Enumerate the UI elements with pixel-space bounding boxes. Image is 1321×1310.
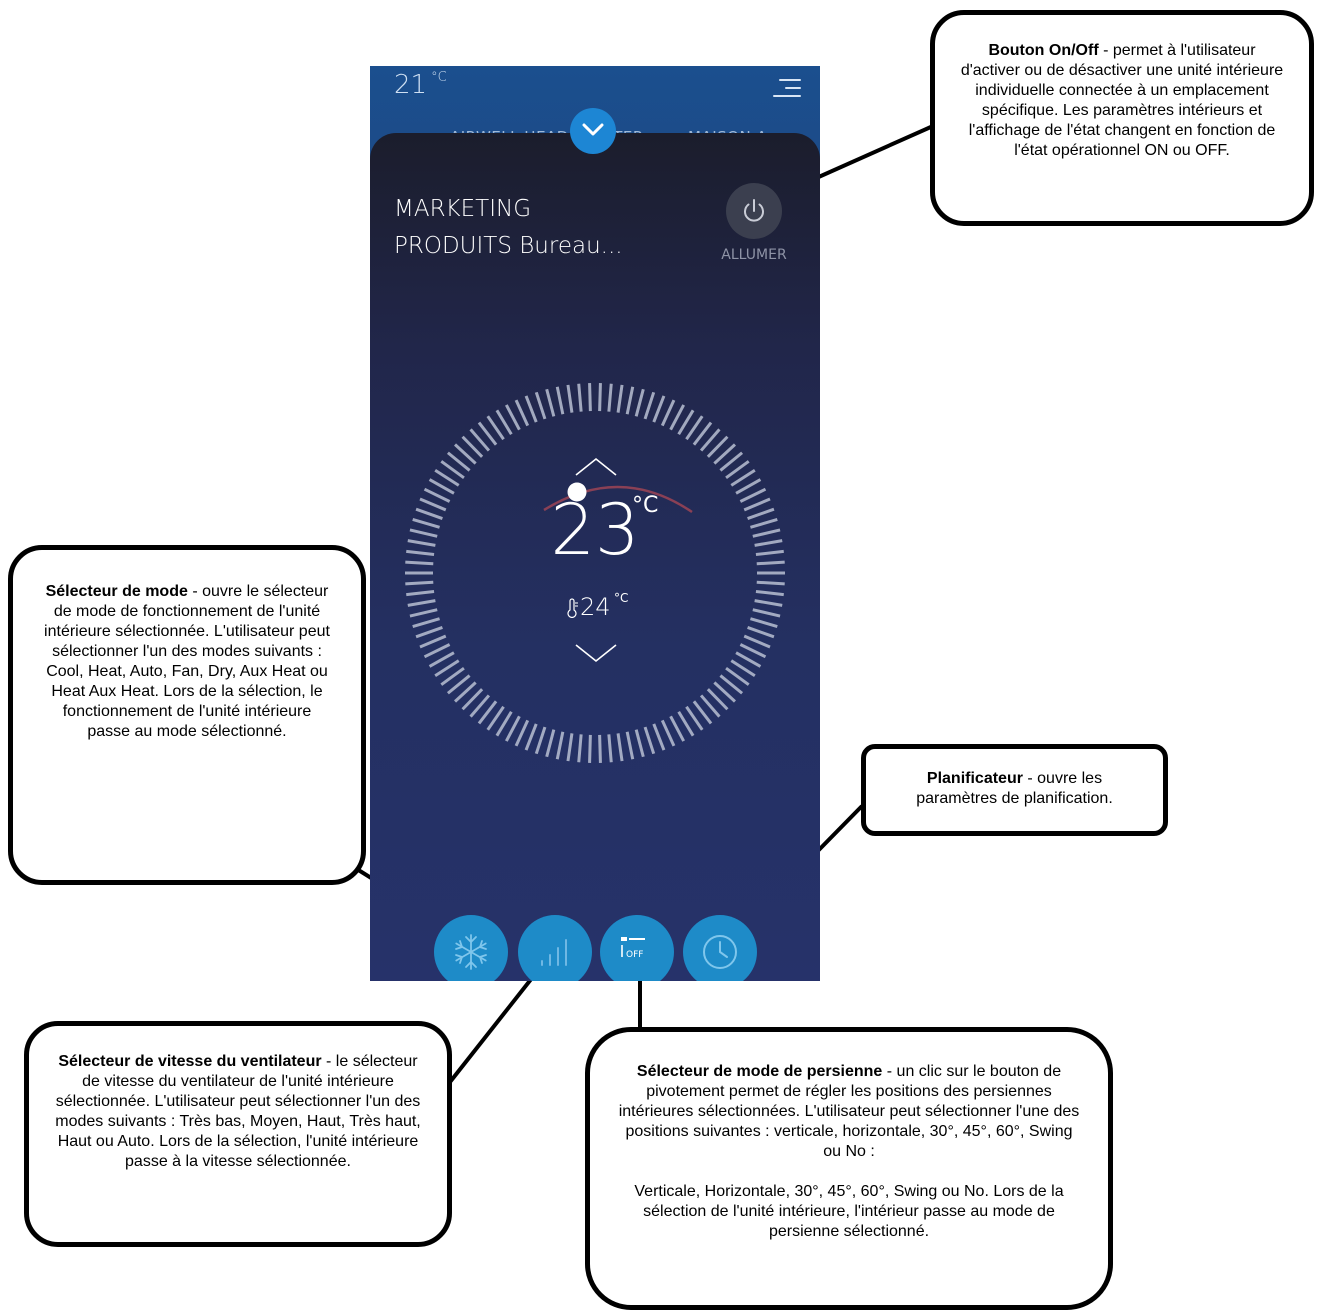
setpoint-unit: °C xyxy=(632,493,659,518)
dial-tick xyxy=(524,395,538,423)
dial-tick xyxy=(566,733,574,762)
callout-power-button: Bouton On/Off - permet à l'utilisateur d… xyxy=(930,10,1314,226)
room-temp-unit: °C xyxy=(614,591,629,605)
unit-name-line-2: PRODUITS Bureau... xyxy=(394,233,623,259)
room-temp-value: 24 xyxy=(580,593,611,621)
power-icon xyxy=(744,199,764,222)
outdoor-temperature: 21 °C xyxy=(394,70,447,100)
dial-tick xyxy=(407,599,436,607)
dial-tick xyxy=(514,719,530,747)
setpoint-temperature: 23 xyxy=(550,489,640,571)
app-screen: 21°C AIRWELL HEADQUARTER MAISON A MARKET… xyxy=(370,66,820,981)
louver-mode-button[interactable]: OFF xyxy=(600,915,674,981)
dial-tick xyxy=(669,404,685,431)
callout-title: Sélecteur de mode xyxy=(45,583,188,600)
unit-name-line-1: MARKETING xyxy=(394,196,532,222)
callout-text: - permet à l'utilisateur d'activer ou de… xyxy=(960,42,1284,159)
dial-tick xyxy=(669,715,685,742)
dial-tick xyxy=(739,643,767,659)
dial-tick xyxy=(555,386,565,415)
dial-tick xyxy=(419,634,447,649)
dial-tick xyxy=(545,388,556,417)
decrease-temp-button[interactable] xyxy=(574,641,618,665)
louver-icon: OFF xyxy=(621,937,645,960)
dial-tick xyxy=(406,589,435,597)
callout-mode-selector: Sélecteur de mode - ouvre le sélecteur d… xyxy=(8,545,366,885)
room-temperature: 24 xyxy=(566,593,611,621)
collapse-button[interactable] xyxy=(570,108,616,154)
dial-tick xyxy=(607,734,613,763)
thermometer-icon xyxy=(567,598,578,618)
dial-tick xyxy=(752,608,781,618)
dial-tick xyxy=(588,383,592,412)
dial-tick xyxy=(660,399,676,427)
dial-tick xyxy=(577,734,583,763)
dial-tick xyxy=(625,386,635,415)
dial-tick xyxy=(607,383,613,412)
dial-tick xyxy=(534,391,547,420)
dial-tick xyxy=(652,723,666,751)
dial-tick xyxy=(743,634,771,649)
clock-icon xyxy=(703,935,737,969)
callout-title: Sélecteur de vitesse du ventilateur xyxy=(58,1053,322,1070)
dial-tick xyxy=(634,388,645,417)
snowflake-icon xyxy=(455,934,487,970)
callout-title: Planificateur xyxy=(926,770,1023,787)
outdoor-temp-unit: °C xyxy=(431,70,447,85)
chevron-down-icon xyxy=(582,123,604,136)
dial-tick xyxy=(415,626,443,639)
dial-tick xyxy=(660,719,676,747)
power-label: ALLUMER xyxy=(721,247,787,263)
dial-tick xyxy=(643,726,656,755)
dial-tick xyxy=(405,580,434,586)
fan-speed-button[interactable] xyxy=(518,915,592,981)
dial-tick xyxy=(505,715,521,742)
dial-tick xyxy=(747,626,775,639)
dial-tick xyxy=(652,395,666,423)
dial-tick xyxy=(634,729,645,758)
dial-tick xyxy=(588,734,592,763)
dial-tick xyxy=(555,731,565,760)
dial-tick xyxy=(566,384,574,413)
louver-state-label: OFF xyxy=(626,950,643,960)
outdoor-temp-value: 21 xyxy=(394,70,428,100)
callout-louver-mode: Sélecteur de mode de persienne - un clic… xyxy=(585,1027,1113,1310)
callout-text: - le sélecteur de vitesse du ventilateur… xyxy=(55,1053,421,1170)
dial-tick xyxy=(616,733,624,762)
dial-tick xyxy=(505,404,521,431)
dial-tick xyxy=(409,608,438,618)
callout-text: - ouvre le sélecteur de mode de fonction… xyxy=(44,583,330,740)
callout-title: Bouton On/Off xyxy=(988,42,1099,59)
dial-tick xyxy=(755,589,784,597)
unit-control-panel: MARKETING PRODUITS Bureau... ALLUMER 23 … xyxy=(370,133,820,981)
dial-tick xyxy=(524,723,538,751)
callout-scheduler: Planificateur - ouvre les paramètres de … xyxy=(861,744,1168,836)
temperature-dial[interactable] xyxy=(400,378,790,768)
power-button[interactable] xyxy=(726,183,782,239)
mode-selector-button[interactable] xyxy=(434,915,508,981)
dial-tick xyxy=(534,726,547,755)
dial-tick xyxy=(577,383,583,412)
callout-text: - un clic sur le bouton de pivotement pe… xyxy=(618,1063,1080,1240)
scheduler-button[interactable] xyxy=(683,915,757,981)
dial-tick xyxy=(545,729,556,758)
unit-name: MARKETING PRODUITS Bureau... xyxy=(394,191,694,265)
fan-speed-bars-icon xyxy=(541,939,567,966)
increase-temp-button[interactable] xyxy=(574,455,618,479)
callout-fan-speed: Sélecteur de vitesse du ventilateur - le… xyxy=(24,1021,452,1247)
dial-tick xyxy=(754,599,783,607)
dial-tick xyxy=(412,617,440,628)
dial-tick xyxy=(423,643,451,659)
dial-tick xyxy=(756,580,785,586)
dial-tick xyxy=(616,384,624,413)
dial-tick xyxy=(598,734,602,763)
dial-tick xyxy=(643,391,656,420)
dial-tick xyxy=(625,731,635,760)
dial-tick xyxy=(598,383,602,412)
dial-tick xyxy=(514,399,530,427)
dial-tick xyxy=(750,617,778,628)
menu-icon[interactable] xyxy=(771,75,801,101)
callout-title: Sélecteur de mode de persienne xyxy=(636,1063,883,1080)
